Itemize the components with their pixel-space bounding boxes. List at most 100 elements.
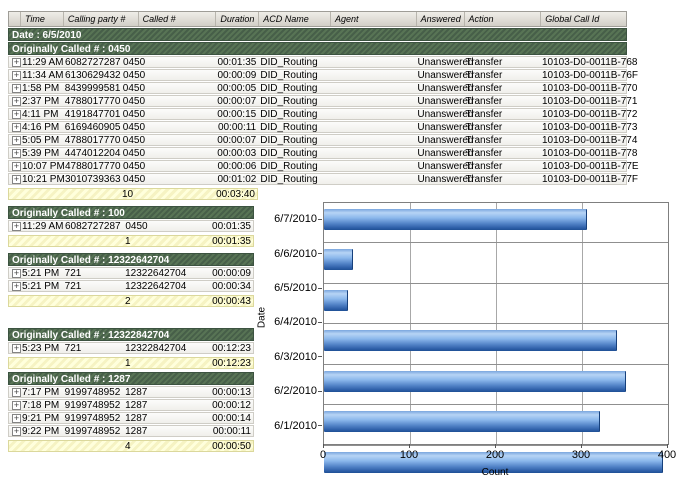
called-group-band: Originally Called # : 12322642704 <box>8 253 254 266</box>
global_id-cell: 10103-D0-0011B-77F <box>540 174 626 185</box>
answered-cell: Unanswered <box>415 57 463 68</box>
call-row: +4:16 PM6169460905045000:00:11DID_Routin… <box>8 121 627 133</box>
time-cell: 5:39 PM <box>20 148 63 159</box>
column-header-duration[interactable]: Duration <box>215 12 258 26</box>
calling-cell: 9199748952 <box>63 400 123 411</box>
summary-row: 200:00:43 <box>8 295 254 307</box>
called-cell: 0450 <box>121 148 216 159</box>
summary-duration: 00:00:43 <box>190 296 253 307</box>
chart-band <box>324 249 668 283</box>
y-tick-label: 6/1/2010 <box>256 409 322 443</box>
call-row: +9:21 PM9199748952128700:00:14 <box>8 412 254 424</box>
time-cell: 1:58 PM <box>20 83 63 94</box>
x-tick <box>323 444 324 448</box>
called-cell: 0450 <box>121 96 216 107</box>
acd-cell: DID_Routing <box>258 135 330 146</box>
acd-cell: DID_Routing <box>258 161 330 172</box>
chart-plot-area <box>323 202 669 445</box>
column-header-agent[interactable]: Agent <box>330 12 416 26</box>
acd-cell: DID_Routing <box>258 122 330 133</box>
date-group-band: Date : 6/5/2010 <box>8 28 627 41</box>
expand-cell: + <box>9 96 20 107</box>
call-row: +5:39 PM4474012204045000:00:03DID_Routin… <box>8 147 627 159</box>
chart-band <box>324 411 668 445</box>
time-cell: 5:21 PM <box>20 268 63 279</box>
time-cell: 7:18 PM <box>20 400 63 411</box>
expand-cell: + <box>9 109 20 120</box>
summary-count: 2 <box>123 296 189 307</box>
duration-cell: 00:01:35 <box>215 57 258 68</box>
duration-cell: 00:00:03 <box>215 148 258 159</box>
y-tick-label: 6/7/2010 <box>256 202 322 236</box>
called-cell: 1287 <box>123 400 189 411</box>
chart-band <box>324 371 668 405</box>
acd-cell: DID_Routing <box>258 109 330 120</box>
expand-cell: + <box>9 174 20 185</box>
call-row: +4:11 PM4191847701045000:00:15DID_Routin… <box>8 108 627 120</box>
expand-cell: + <box>9 343 20 354</box>
called-group-band: Originally Called # : 1287 <box>8 372 254 385</box>
acd-cell: DID_Routing <box>258 57 330 68</box>
expand-cell: + <box>9 70 20 81</box>
chart-band <box>324 209 668 243</box>
x-tick <box>667 444 668 448</box>
column-header-global-call-id[interactable]: Global Call Id <box>540 12 626 26</box>
global_id-cell: 10103-D0-0011B-768 <box>540 57 626 68</box>
call-row: +7:17 PM9199748952128700:00:13 <box>8 386 254 398</box>
call-group: Originally Called # : 100+11:29 AM608272… <box>8 205 254 247</box>
column-header-answered[interactable]: Answered <box>416 12 464 26</box>
called-cell: 12322642704 <box>123 268 189 279</box>
action-cell: Transfer <box>463 148 540 159</box>
time-cell: 10:21 PM <box>20 174 63 185</box>
column-header-time[interactable]: Time <box>20 12 63 26</box>
answered-cell: Unanswered <box>415 70 463 81</box>
column-header-calling-party-[interactable]: Calling party # <box>63 12 138 26</box>
expand-cell: + <box>9 281 20 292</box>
column-header-action[interactable]: Action <box>464 12 541 26</box>
chart-band <box>324 290 668 324</box>
expand-cell: + <box>9 57 20 68</box>
call-group: Originally Called # : 1287+7:17 PM919974… <box>8 371 254 452</box>
column-header-called-[interactable]: Called # <box>138 12 216 26</box>
action-cell: Transfer <box>463 57 540 68</box>
calling-cell: 4788017770 <box>63 135 121 146</box>
action-cell: Transfer <box>463 122 540 133</box>
call-row: +5:05 PM4788017770045000:00:07DID_Routin… <box>8 134 627 146</box>
calls-by-date-chart: Date 6/7/20106/6/20106/5/20106/4/20106/3… <box>256 196 674 484</box>
called-cell: 1287 <box>123 387 189 398</box>
calling-cell: 6082727287 <box>63 221 123 232</box>
call-row: +11:29 AM6082727287045000:01:35 <box>8 220 254 232</box>
action-cell: Transfer <box>463 96 540 107</box>
action-cell: Transfer <box>463 174 540 185</box>
call-row: +9:22 PM9199748952128700:00:11 <box>8 425 254 437</box>
x-tick-label: 300 <box>572 449 590 461</box>
time-cell: 4:16 PM <box>20 122 63 133</box>
time-cell: 5:05 PM <box>20 135 63 146</box>
column-header-acd-name[interactable]: ACD Name <box>258 12 330 26</box>
column-header-expand[interactable] <box>9 12 20 26</box>
called-cell: 0450 <box>123 221 189 232</box>
time-cell: 2:37 PM <box>20 96 63 107</box>
summary-row: 100:01:35 <box>8 235 254 247</box>
calling-cell: 9199748952 <box>63 387 123 398</box>
expand-cell: + <box>9 161 20 172</box>
duration-cell: 00:01:35 <box>190 221 253 232</box>
global_id-cell: 10103-D0-0011B-778 <box>540 148 626 159</box>
global_id-cell: 10103-D0-0011B-77E <box>540 161 626 172</box>
calling-cell: 9199748952 <box>63 426 123 437</box>
acd-cell: DID_Routing <box>258 148 330 159</box>
duration-cell: 00:00:09 <box>215 70 258 81</box>
action-cell: Transfer <box>463 135 540 146</box>
call-group: Originally Called # : 12322842704+5:23 P… <box>8 327 254 369</box>
duration-cell: 00:00:11 <box>190 426 253 437</box>
expand-cell: + <box>9 122 20 133</box>
x-tick <box>495 444 496 448</box>
calling-cell: 3010739363 <box>63 174 121 185</box>
expand-cell: + <box>9 135 20 146</box>
answered-cell: Unanswered <box>415 148 463 159</box>
time-cell: 4:11 PM <box>20 109 63 120</box>
duration-cell: 00:00:34 <box>190 281 253 292</box>
acd-cell: DID_Routing <box>258 83 330 94</box>
bar-6-2-2010 <box>324 411 600 432</box>
expand-cell: + <box>9 221 20 232</box>
